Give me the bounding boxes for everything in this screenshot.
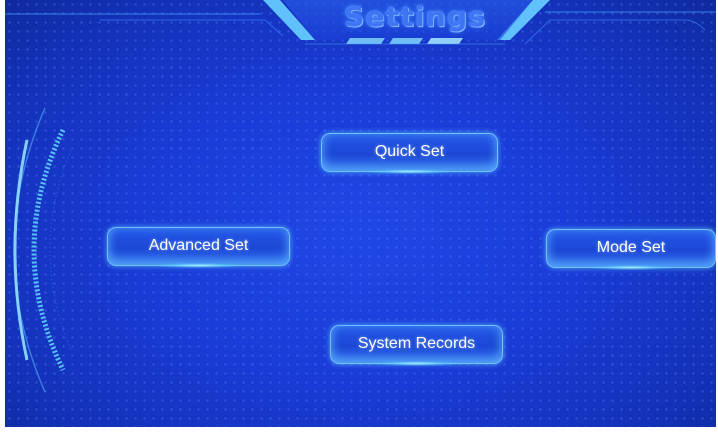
decorative-arc [13,107,72,393]
page-title: Settings [343,2,487,33]
mode-set-button[interactable]: Mode Set [546,229,716,270]
advanced-set-label: Advanced Set [148,236,249,254]
advanced-set-button[interactable]: Advanced Set [107,227,290,268]
quick-set-label: Quick Set [374,142,445,160]
system-records-label: System Records [357,334,476,352]
quick-set-button[interactable]: Quick Set [321,133,498,174]
system-records-button[interactable]: System Records [330,325,503,366]
settings-screen: Settings Quick Set Advanced Set Mode Set… [5,0,716,427]
mode-set-label: Mode Set [596,238,666,256]
